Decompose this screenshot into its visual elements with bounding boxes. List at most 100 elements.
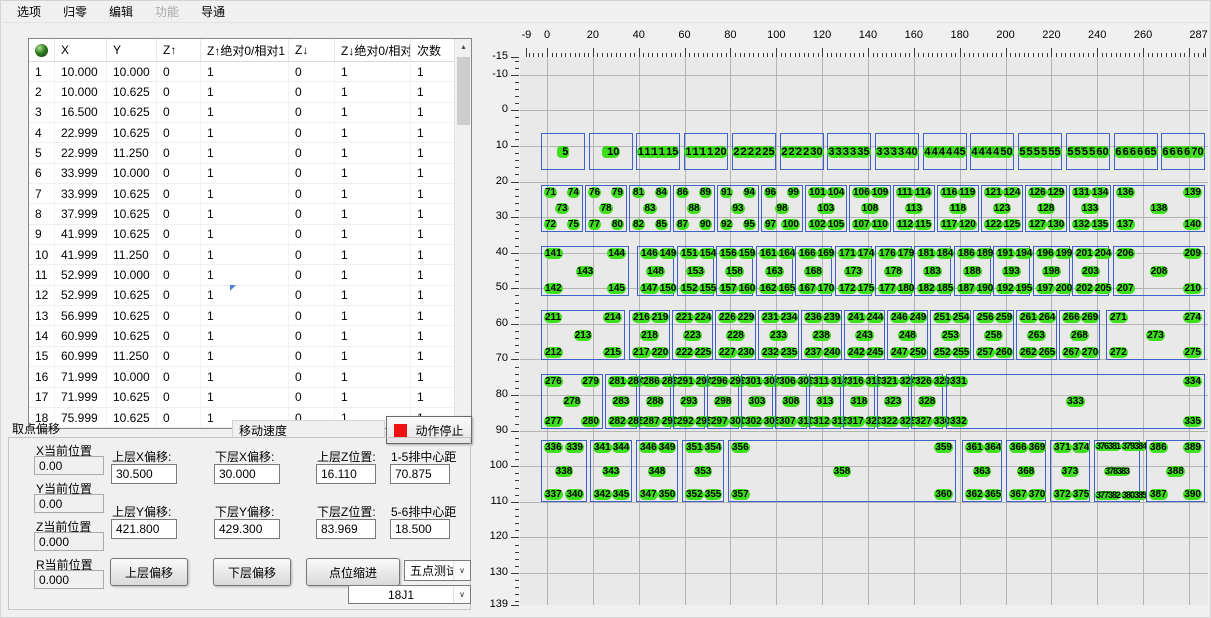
plot-box[interactable]: 221224223222225 [672,310,713,360]
table-row[interactable]: 316.50010.62501011 [29,103,471,123]
plot-box[interactable]: 316319318317320 [843,374,875,429]
plot-box[interactable]: 4647484950 [970,133,1014,170]
plot-box[interactable]: 5152535455 [1018,133,1062,170]
plot-box[interactable]: 101104103102105 [805,185,847,232]
plot-box[interactable]: 146149148147150 [637,246,674,296]
plot-box[interactable]: 261264263262265 [1016,310,1057,360]
plot-box[interactable]: 7174737275 [541,185,583,232]
col-header-z-up-abs[interactable]: Z↑绝对0/相对1 [201,39,289,61]
plot-box[interactable]: 311314313312315 [809,374,841,429]
plot-box[interactable]: 296299298297300 [707,374,739,429]
table-row[interactable]: 1460.99910.62501011 [29,326,471,346]
scroll-thumb[interactable] [457,57,470,125]
plot-box[interactable]: 7679787780 [585,185,627,232]
plot-box[interactable]: 256259258257260 [973,310,1014,360]
plot-box[interactable]: 276279278277280 [541,374,603,429]
plot-box[interactable]: 111114113112115 [893,185,935,232]
plot-box[interactable]: 96999897100 [761,185,803,232]
plot-box[interactable]: 176179178177180 [875,246,912,296]
plot-box[interactable]: 126129128127130 [1025,185,1067,232]
table-row[interactable]: 1560.99911.25001011 [29,347,471,367]
test-mode-dropdown[interactable]: 五点测试 ∨ [404,560,471,581]
table-row[interactable]: 1671.99910.00001011 [29,367,471,387]
upper-offset-button[interactable]: 上层偏移 [110,558,188,586]
plot-box[interactable]: 361364363362365 [962,440,1002,502]
plot-box[interactable]: 171174173172175 [835,246,872,296]
z-current-field[interactable] [34,532,104,551]
col-header-count[interactable]: 次数 [411,39,456,61]
plot-box[interactable]: 6162636465 [1114,133,1158,170]
lower-offset-button[interactable]: 下层偏移 [213,558,291,586]
table-row[interactable]: 1252.99910.62501011 [29,286,471,306]
plot-box[interactable]: 246249248247250 [887,310,928,360]
plot-box[interactable]: 9194939295 [717,185,759,232]
table-scrollbar[interactable]: ▲ ▼ [454,39,471,428]
plot-box[interactable]: 131134133132135 [1069,185,1111,232]
program-dropdown[interactable]: 18J1 ∨ [348,585,471,604]
plot-box[interactable]: 6667686970 [1161,133,1205,170]
upper-x-offset-field[interactable] [111,464,177,484]
plot-box[interactable]: 326329328327330 [911,374,943,429]
table-row[interactable]: 633.99910.00001011 [29,164,471,184]
plot-box[interactable]: 151154153152155 [677,246,714,296]
table-row[interactable]: 422.99910.62501011 [29,123,471,143]
lower-y-offset-field[interactable] [214,519,280,539]
table-row[interactable]: 110.00010.00001011 [29,62,471,82]
plot-box[interactable]: 386389388387390 [1146,440,1205,502]
col-header-z-down[interactable]: Z↓ [289,39,335,61]
menu-item-conduct[interactable]: 导通 [190,1,236,22]
plot-box[interactable]: 321324323322325 [877,374,909,429]
plot-box[interactable]: 331334333332335 [946,374,1205,429]
menu-item-edit[interactable]: 编辑 [98,1,144,22]
plot-box[interactable]: 211214213212215 [541,310,625,360]
lower-z-pos-field[interactable] [316,519,376,539]
point-indent-button[interactable]: 点位缩进 [306,558,400,586]
table-row[interactable]: 522.99911.25001011 [29,143,471,163]
plot-box[interactable]: 216219218217220 [629,310,670,360]
table-row[interactable]: 210.00010.62501011 [29,82,471,102]
plot-box[interactable]: 346349348347350 [636,440,678,502]
plot-box[interactable]: 206209208207210 [1113,246,1205,296]
plot-canvas[interactable]: 1234567891011121314151617181920212223242… [520,57,1208,605]
plot-box[interactable]: 116119118117120 [937,185,979,232]
x-current-field[interactable] [34,456,104,475]
plot-box[interactable]: 8689888790 [673,185,715,232]
col-header-z-up[interactable]: Z↑ [157,39,201,61]
plot-box[interactable]: 231234233232235 [758,310,799,360]
plot-box[interactable]: 186189188187190 [954,246,991,296]
table-row[interactable]: 941.99910.62501011 [29,225,471,245]
plot-box[interactable]: 281284283282285 [605,374,637,429]
scroll-up-icon[interactable]: ▲ [455,39,472,56]
plot-box[interactable]: 141144143142145 [541,246,629,296]
plot-box[interactable]: 366369368367370 [1006,440,1046,502]
upper-z-pos-field[interactable] [316,464,376,484]
y-current-field[interactable] [34,494,104,513]
plot-box[interactable]: 4142434445 [923,133,967,170]
col-header-z-down-abs[interactable]: Z↓绝对0/相对1 [335,39,411,61]
plot-box[interactable]: 251254253252255 [930,310,971,360]
plot-box[interactable]: 2122232425 [732,133,776,170]
plot-box[interactable]: 1617181920 [684,133,728,170]
plot-box[interactable]: 351354353352355 [682,440,724,502]
table-row[interactable]: 1771.99910.62501011 [29,388,471,408]
upper-y-offset-field[interactable] [111,519,177,539]
r-current-field[interactable] [34,570,104,589]
row56-pitch-field[interactable] [390,519,450,539]
plot-box[interactable]: 106109108107110 [849,185,891,232]
plot-box[interactable]: 5657585960 [1066,133,1110,170]
plot-box[interactable]: 1112131415 [636,133,680,170]
plot-box[interactable]: 156159158157160 [716,246,753,296]
plot-box[interactable]: 371374373372375 [1050,440,1090,502]
row15-pitch-field[interactable] [390,464,450,484]
plot-box[interactable]: 12345 [541,133,585,170]
plot-box[interactable]: 266269268267270 [1059,310,1100,360]
plot-box[interactable]: 161164163162165 [756,246,793,296]
plot-box[interactable]: 181184183182185 [914,246,951,296]
plot-box[interactable]: 286289288287290 [639,374,671,429]
plot-box[interactable]: 291294293292295 [673,374,705,429]
plot-box[interactable]: 2627282930 [780,133,824,170]
table-row[interactable]: 837.99910.62501011 [29,204,471,224]
menu-item-zero[interactable]: 归零 [52,1,98,22]
plot-box[interactable]: 301304303302305 [741,374,773,429]
plot-box[interactable]: 241244243242245 [844,310,885,360]
